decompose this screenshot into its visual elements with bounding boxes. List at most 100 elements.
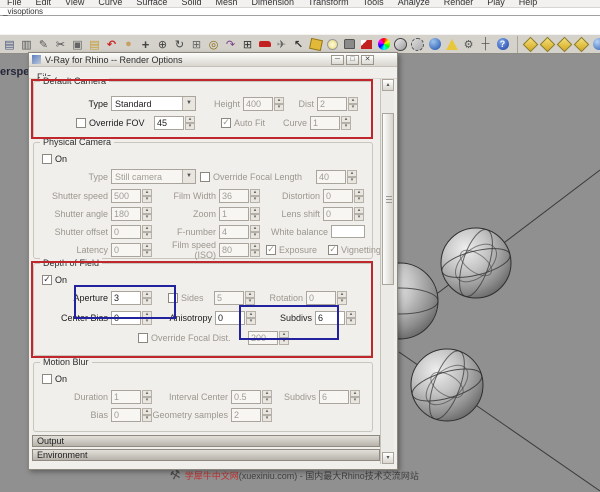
viewport-layout-icon[interactable]: [239, 36, 256, 53]
spin-up-icon[interactable]: ▴: [348, 96, 358, 104]
aperture-stepper[interactable]: 3 ▴ ▾: [111, 290, 152, 305]
output-rollup[interactable]: Output: [32, 435, 380, 447]
render-region-icon[interactable]: [409, 36, 426, 53]
menu-analyze[interactable]: Analyze: [391, 0, 437, 7]
minimize-button[interactable]: ─: [331, 54, 344, 65]
anisotropy-stepper[interactable]: 0 ▴ ▾: [215, 310, 256, 325]
spin-up-icon[interactable]: ▴: [185, 115, 195, 123]
vray-material-icon[interactable]: [358, 36, 375, 53]
scroll-up-icon[interactable]: [382, 79, 394, 91]
save-icon[interactable]: [1, 36, 18, 53]
interval-center-stepper[interactable]: 0.5 ▴ ▾: [231, 389, 272, 404]
spin-up-icon[interactable]: ▴: [341, 115, 351, 123]
scroll-down-icon[interactable]: [382, 452, 394, 464]
fov-stepper[interactable]: 45 ▴ ▾: [154, 115, 195, 130]
duration-stepper[interactable]: 1 ▴ ▾: [111, 389, 152, 404]
scrollbar-thumb[interactable]: [382, 113, 394, 285]
spin-down-icon[interactable]: ▾: [185, 122, 195, 130]
diamond-2-icon[interactable]: [539, 36, 556, 53]
focal-length-stepper[interactable]: 40 ▴ ▾: [316, 169, 357, 184]
geometry-samples-stepper[interactable]: 2 ▴ ▾: [231, 407, 272, 422]
lens-shift-stepper[interactable]: 0 ▴ ▾: [323, 206, 364, 221]
dof-subdivs-stepper[interactable]: 6 ▴ ▾: [315, 310, 356, 325]
print-icon[interactable]: [18, 36, 35, 53]
undo-icon[interactable]: [103, 36, 120, 53]
pan-icon[interactable]: [120, 36, 137, 53]
viewport-title[interactable]: erspe: [0, 66, 29, 78]
film-speed-stepper[interactable]: 80 ▴ ▾: [219, 242, 260, 257]
mb-subdivs-stepper[interactable]: 6 ▴ ▾: [319, 389, 360, 404]
command-prompt[interactable]: [0, 16, 600, 34]
camera-type-select[interactable]: Standard: [111, 96, 196, 111]
center-bias-stepper[interactable]: 0 ▴ ▾: [111, 310, 152, 325]
auto-fit-checkbox[interactable]: [221, 117, 231, 128]
render-sphere-icon[interactable]: [392, 36, 409, 53]
shutter-angle-stepper[interactable]: 180 ▴ ▾: [111, 206, 152, 221]
dialog-title-bar[interactable]: V-Ray for Rhino -- Render Options ─ □ ✕: [29, 53, 397, 67]
menu-render[interactable]: Render: [437, 0, 481, 7]
override-focal-length-checkbox[interactable]: [200, 171, 210, 182]
spin-down-icon[interactable]: ▾: [274, 103, 284, 111]
curve-stepper[interactable]: 1 ▴ ▾: [310, 115, 351, 130]
bias-stepper[interactable]: 0 ▴ ▾: [111, 407, 152, 422]
latency-stepper[interactable]: 0 ▴ ▾: [111, 242, 152, 257]
undo-view-icon[interactable]: [222, 36, 239, 53]
menu-tools[interactable]: Tools: [356, 0, 391, 7]
plane-icon[interactable]: [273, 36, 290, 53]
sphere-icon[interactable]: [590, 36, 600, 53]
distortion-stepper[interactable]: 0 ▴ ▾: [323, 188, 364, 203]
dialog-scrollbar[interactable]: [380, 79, 394, 464]
spin-down-icon[interactable]: ▾: [348, 103, 358, 111]
dof-on-checkbox[interactable]: [42, 274, 52, 285]
globe-icon[interactable]: [426, 36, 443, 53]
vray-options-icon[interactable]: [443, 36, 460, 53]
move-icon[interactable]: [137, 36, 154, 53]
physical-camera-on-checkbox[interactable]: [42, 153, 52, 164]
car-icon[interactable]: [256, 36, 273, 53]
maximize-button[interactable]: □: [346, 54, 359, 65]
gear-icon[interactable]: [460, 36, 477, 53]
spin-down-icon[interactable]: ▾: [347, 176, 357, 184]
lightbulb-icon[interactable]: [324, 36, 341, 53]
copy-icon[interactable]: [69, 36, 86, 53]
zoom-stepper[interactable]: 1 ▴ ▾: [219, 206, 260, 221]
cut-icon[interactable]: [52, 36, 69, 53]
dimension-icon[interactable]: [477, 36, 494, 53]
menu-help[interactable]: Help: [512, 0, 545, 7]
menu-mesh[interactable]: Mesh: [208, 0, 244, 7]
diamond-3-icon[interactable]: [556, 36, 573, 53]
rotate-view-icon[interactable]: [171, 36, 188, 53]
white-balance-swatch[interactable]: [331, 225, 365, 238]
spin-up-icon[interactable]: ▴: [274, 96, 284, 104]
focal-dist-stepper[interactable]: 200 ▴ ▾: [248, 330, 289, 345]
select-icon[interactable]: [290, 36, 307, 53]
sides-checkbox[interactable]: [168, 292, 178, 303]
menu-dimension[interactable]: Dimension: [244, 0, 301, 7]
zoom-extents-icon[interactable]: [205, 36, 222, 53]
dropdown-arrow-icon[interactable]: [182, 170, 195, 183]
menu-solid[interactable]: Solid: [174, 0, 208, 7]
rotation-stepper[interactable]: 0 ▴ ▾: [306, 290, 347, 305]
override-fov-checkbox[interactable]: [76, 117, 86, 128]
shutter-offset-stepper[interactable]: 0 ▴ ▾: [111, 224, 152, 239]
sides-stepper[interactable]: 5 ▴ ▾: [214, 290, 255, 305]
help-icon[interactable]: [494, 36, 511, 53]
environment-rollup[interactable]: Environment: [32, 449, 380, 461]
dropdown-arrow-icon[interactable]: [182, 97, 195, 110]
pc-type-select[interactable]: Still camera: [111, 169, 196, 184]
paint-bucket-icon[interactable]: [307, 36, 324, 53]
dist-stepper[interactable]: 2 ▴ ▾: [317, 96, 358, 111]
spin-up-icon[interactable]: ▴: [347, 169, 357, 177]
zoom-window-icon[interactable]: [188, 36, 205, 53]
spin-down-icon[interactable]: ▾: [341, 122, 351, 130]
lock-icon[interactable]: [341, 36, 358, 53]
menu-play[interactable]: Play: [480, 0, 512, 7]
diamond-1-icon[interactable]: [522, 36, 539, 53]
color-wheel-icon[interactable]: [375, 36, 392, 53]
menu-surface[interactable]: Surface: [129, 0, 174, 7]
menu-view[interactable]: View: [58, 0, 91, 7]
shutter-speed-stepper[interactable]: 500 ▴ ▾: [111, 188, 152, 203]
paste-icon[interactable]: [86, 36, 103, 53]
height-stepper[interactable]: 400 ▴ ▾: [243, 96, 284, 111]
f-number-stepper[interactable]: 4 ▴ ▾: [219, 224, 260, 239]
